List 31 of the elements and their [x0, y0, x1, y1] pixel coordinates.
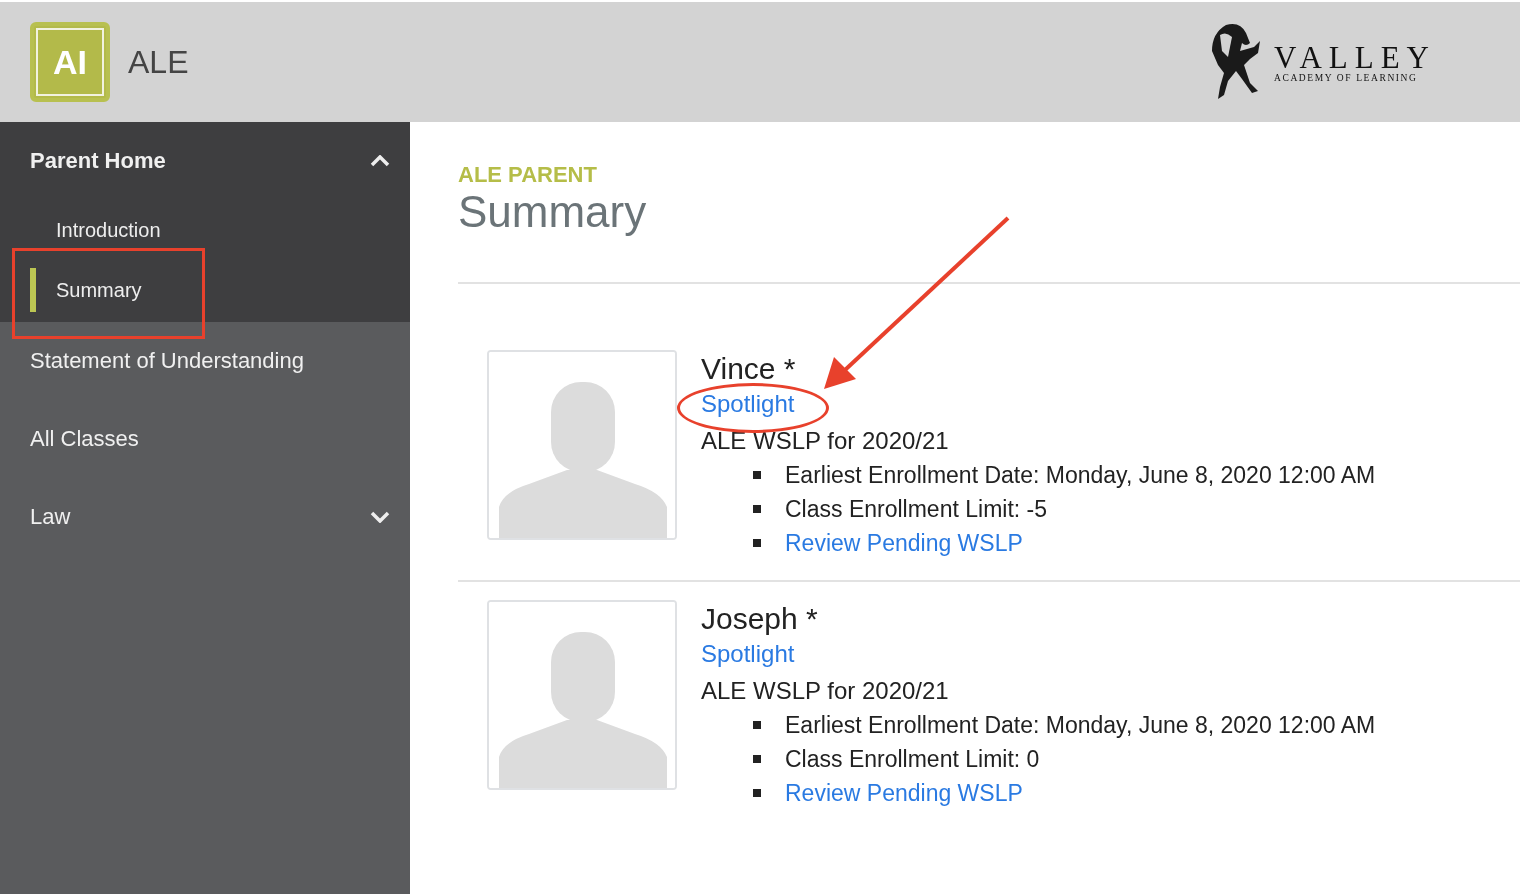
page-title: Summary: [458, 188, 648, 237]
student-name: Vince *: [701, 351, 797, 388]
plan-title: ALE WSLP for 2020/21: [701, 676, 950, 707]
spotlight-link[interactable]: Spotlight: [701, 638, 795, 671]
detail-text: Earliest Enrollment Date: Monday, June 8, 2020 12:00 AM: [785, 711, 1376, 739]
plan-title: ALE WSLP for 2020/21: [701, 426, 950, 457]
chevron-down-icon[interactable]: [370, 511, 390, 523]
review-link[interactable]: Review Pending WSLP: [785, 529, 1023, 557]
bullet-icon: [753, 505, 761, 514]
detail-text: Class Enrollment Limit: 0: [785, 745, 1040, 773]
bullet-icon: [753, 539, 761, 548]
nav-group-header[interactable]: Parent Home: [0, 122, 410, 200]
detail-text: Earliest Enrollment Date: Monday, June 8, 2020 12:00 AM: [785, 461, 1376, 489]
review-link[interactable]: Review Pending WSLP: [785, 779, 1023, 807]
page-eyebrow: ALE PARENT: [458, 162, 598, 188]
bullet-icon: [753, 755, 761, 764]
chevron-up-icon[interactable]: [370, 155, 390, 167]
school-name: VALLEY: [1274, 41, 1436, 73]
bullet-icon: [753, 471, 761, 480]
nav-item[interactable]: Introduction: [56, 218, 161, 242]
nav-group-header[interactable]: Law: [0, 478, 410, 556]
app-name: ALE: [128, 43, 189, 81]
school-subtitle: ACADEMY OF LEARNING: [1274, 72, 1419, 83]
nav-item[interactable]: Summary: [56, 278, 142, 302]
bullet-icon: [753, 721, 761, 730]
nav-item[interactable]: Statement of Understanding: [0, 322, 410, 400]
nav-item[interactable]: All Classes: [0, 400, 410, 478]
detail-text: Class Enrollment Limit: -5: [785, 495, 1048, 523]
student-name: Joseph *: [701, 601, 819, 638]
bullet-icon: [753, 789, 761, 798]
spotlight-link[interactable]: Spotlight: [701, 388, 795, 421]
